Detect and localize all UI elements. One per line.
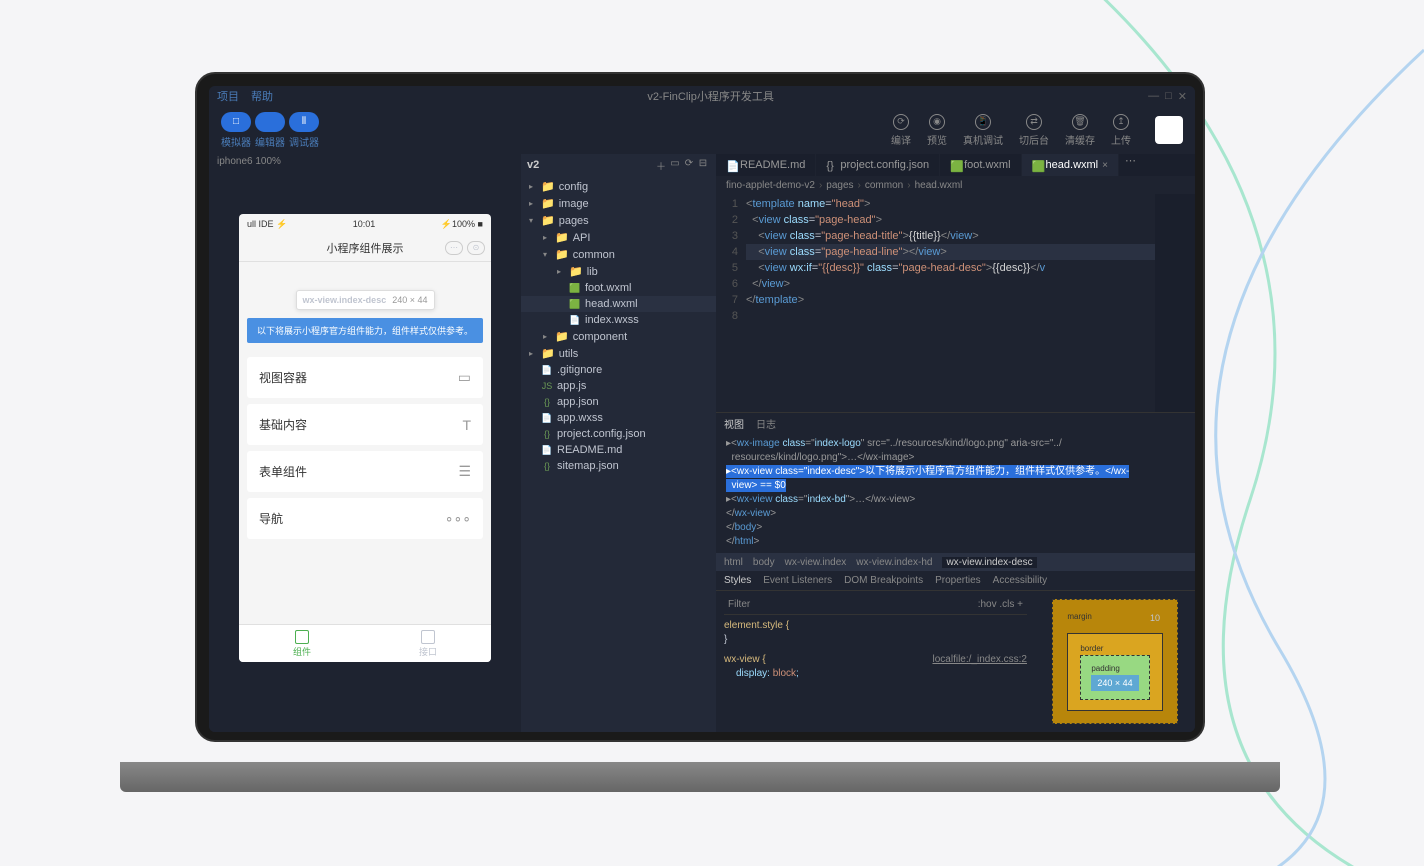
menubar: 项目 帮助 v2-FinClip小程序开发工具 — □ ✕ (209, 86, 1195, 106)
styles-filter-input[interactable]: Filter (728, 598, 750, 612)
dom-tree[interactable]: ▸<wx-image class="index-logo" src="../re… (716, 433, 1195, 553)
menu-help[interactable]: 帮助 (251, 88, 273, 104)
phone-simulator[interactable]: ull IDE ⚡ 10:01 ⚡100% ■ 小程序组件展示 ⋯ ⊙ (239, 214, 491, 662)
tree-item-app.wxss[interactable]: 📄app.wxss (521, 410, 716, 426)
breadcrumb-item[interactable]: head.wxml (915, 180, 963, 191)
menu-project[interactable]: 项目 (217, 88, 239, 104)
list-item[interactable]: 导航∘∘∘ (247, 498, 483, 539)
tree-item-README.md[interactable]: 📄README.md (521, 442, 716, 458)
editor-panel: 📄README.md{}project.config.json🟩foot.wxm… (716, 154, 1195, 732)
styles-tab[interactable]: Properties (935, 575, 981, 586)
styles-tab[interactable]: DOM Breakpoints (844, 575, 923, 586)
styles-pane[interactable]: Filter :hov .cls + element.style {}</spa… (716, 591, 1035, 732)
tree-item-image[interactable]: ▸📁image (521, 195, 716, 212)
tree-item-utils[interactable]: ▸📁utils (521, 345, 716, 362)
tree-item-component[interactable]: ▸📁component (521, 328, 716, 345)
editor-breadcrumb: fino-applet-demo-v2›pages›common›head.wx… (716, 176, 1195, 194)
editor-tab[interactable]: 📄README.md (716, 154, 816, 176)
tree-item-head.wxml[interactable]: 🟩head.wxml (521, 296, 716, 312)
action-切后台[interactable]: ⇄切后台 (1011, 114, 1057, 147)
phone-statusbar: ull IDE ⚡ 10:01 ⚡100% ■ (239, 214, 491, 234)
mode-模拟器[interactable]: □模拟器 (221, 112, 251, 149)
styles-filter-tools[interactable]: :hov .cls + (978, 598, 1023, 612)
inspector-tooltip: wx-view.index-desc 240 × 44 (296, 290, 435, 310)
inspected-element-highlight[interactable]: 以下将展示小程序官方组件能力，组件样式仅供参考。 (247, 318, 483, 343)
simulator-panel: iphone6 100% ull IDE ⚡ 10:01 ⚡100% ■ 小程序… (209, 154, 521, 732)
mode-编辑器[interactable]: 编辑器 (255, 112, 285, 149)
devtools-panel: 视图 日志 ▸<wx-image class="index-logo" src=… (716, 412, 1195, 732)
phone-nav-title: 小程序组件展示 (327, 240, 404, 256)
toolbar: □模拟器编辑器⫴调试器 ⟳编译◉预览📱真机调试⇄切后台🗑清缓存↥上传 (209, 106, 1195, 154)
box-model: margin10 border padding 240 × 44 (1035, 591, 1195, 732)
dom-crumb-item[interactable]: wx-view.index-hd (856, 557, 932, 568)
tabbar-item[interactable]: 接口 (365, 625, 491, 662)
tree-item-config[interactable]: ▸📁config (521, 178, 716, 195)
window-title: v2-FinClip小程序开发工具 (647, 88, 774, 104)
refresh-icon[interactable]: ⟳ (682, 158, 696, 172)
collapse-icon[interactable]: ⊟ (696, 158, 710, 172)
tree-item-app.json[interactable]: {}app.json (521, 394, 716, 410)
tree-item-app.js[interactable]: JSapp.js (521, 378, 716, 394)
tree-item-common[interactable]: ▾📁common (521, 246, 716, 263)
breadcrumb-item[interactable]: common (865, 180, 903, 191)
simulator-device-label: iphone6 100% (209, 154, 521, 174)
action-上传[interactable]: ↥上传 (1103, 114, 1139, 147)
dom-crumb-item[interactable]: wx-view.index-desc (942, 557, 1036, 568)
list-item[interactable]: 表单组件☰ (247, 451, 483, 492)
devtools-tab-view[interactable]: 视图 (724, 416, 744, 431)
tabs-overflow-icon[interactable]: ⋯ (1119, 154, 1142, 176)
phone-navbar: 小程序组件展示 ⋯ ⊙ (239, 234, 491, 262)
capsule-close-icon[interactable]: ⊙ (467, 241, 485, 255)
minimize-icon[interactable]: — (1148, 90, 1159, 103)
breadcrumb-item[interactable]: pages (826, 180, 853, 191)
tab-close-icon[interactable]: × (1102, 160, 1108, 171)
maximize-icon[interactable]: □ (1165, 90, 1172, 103)
capsule-more-icon[interactable]: ⋯ (445, 241, 463, 255)
new-file-icon[interactable]: ＋ (654, 158, 668, 172)
tree-item-index.wxss[interactable]: 📄index.wxss (521, 312, 716, 328)
tabbar-item[interactable]: 组件 (239, 625, 365, 662)
mode-调试器[interactable]: ⫴调试器 (289, 112, 319, 149)
close-icon[interactable]: ✕ (1178, 90, 1187, 103)
dom-crumb-item[interactable]: wx-view.index (785, 557, 847, 568)
tree-item-lib[interactable]: ▸📁lib (521, 263, 716, 280)
phone-tabbar: 组件接口 (239, 624, 491, 662)
project-root-label: v2 (527, 159, 539, 171)
styles-tab[interactable]: Styles (724, 575, 751, 586)
styles-tab[interactable]: Accessibility (993, 575, 1047, 586)
editor-tab[interactable]: 🟩foot.wxml (940, 154, 1021, 176)
minimap[interactable] (1155, 194, 1195, 412)
editor-tab[interactable]: 🟩head.wxml× (1022, 154, 1119, 176)
file-explorer: v2 ＋ ▭ ⟳ ⊟ ▸📁config▸📁image▾📁pages▸📁API▾📁… (521, 154, 716, 732)
tree-item-foot.wxml[interactable]: 🟩foot.wxml (521, 280, 716, 296)
action-清缓存[interactable]: 🗑清缓存 (1057, 114, 1103, 147)
dom-breadcrumb: html body wx-view.index wx-view.index-hd wx-… (716, 553, 1195, 571)
action-预览[interactable]: ◉预览 (919, 114, 955, 147)
editor-tab[interactable]: {}project.config.json (816, 154, 940, 176)
tree-item-API[interactable]: ▸📁API (521, 229, 716, 246)
breadcrumb-item[interactable]: fino-applet-demo-v2 (726, 180, 815, 191)
new-folder-icon[interactable]: ▭ (668, 158, 682, 172)
ide-window: 项目 帮助 v2-FinClip小程序开发工具 — □ ✕ □模拟器编辑器⫴调试… (209, 86, 1195, 732)
dom-crumb-item[interactable]: body (753, 557, 775, 568)
code-editor[interactable]: 12345678 <template name="head"> <view cl… (716, 194, 1195, 412)
tree-item-.gitignore[interactable]: 📄.gitignore (521, 362, 716, 378)
action-编译[interactable]: ⟳编译 (883, 114, 919, 147)
laptop-frame: 项目 帮助 v2-FinClip小程序开发工具 — □ ✕ □模拟器编辑器⫴调试… (180, 72, 1220, 772)
devtools-tab-log[interactable]: 日志 (756, 416, 776, 431)
dom-crumb-item[interactable]: html (724, 557, 743, 568)
action-真机调试[interactable]: 📱真机调试 (955, 114, 1011, 147)
user-avatar[interactable] (1155, 116, 1183, 144)
tree-item-pages[interactable]: ▾📁pages (521, 212, 716, 229)
list-item[interactable]: 视图容器▭ (247, 357, 483, 398)
list-item[interactable]: 基础内容T (247, 404, 483, 445)
styles-tab[interactable]: Event Listeners (763, 575, 832, 586)
tree-item-sitemap.json[interactable]: {}sitemap.json (521, 458, 716, 474)
tree-item-project.config.json[interactable]: {}project.config.json (521, 426, 716, 442)
editor-tabs: 📄README.md{}project.config.json🟩foot.wxm… (716, 154, 1195, 176)
